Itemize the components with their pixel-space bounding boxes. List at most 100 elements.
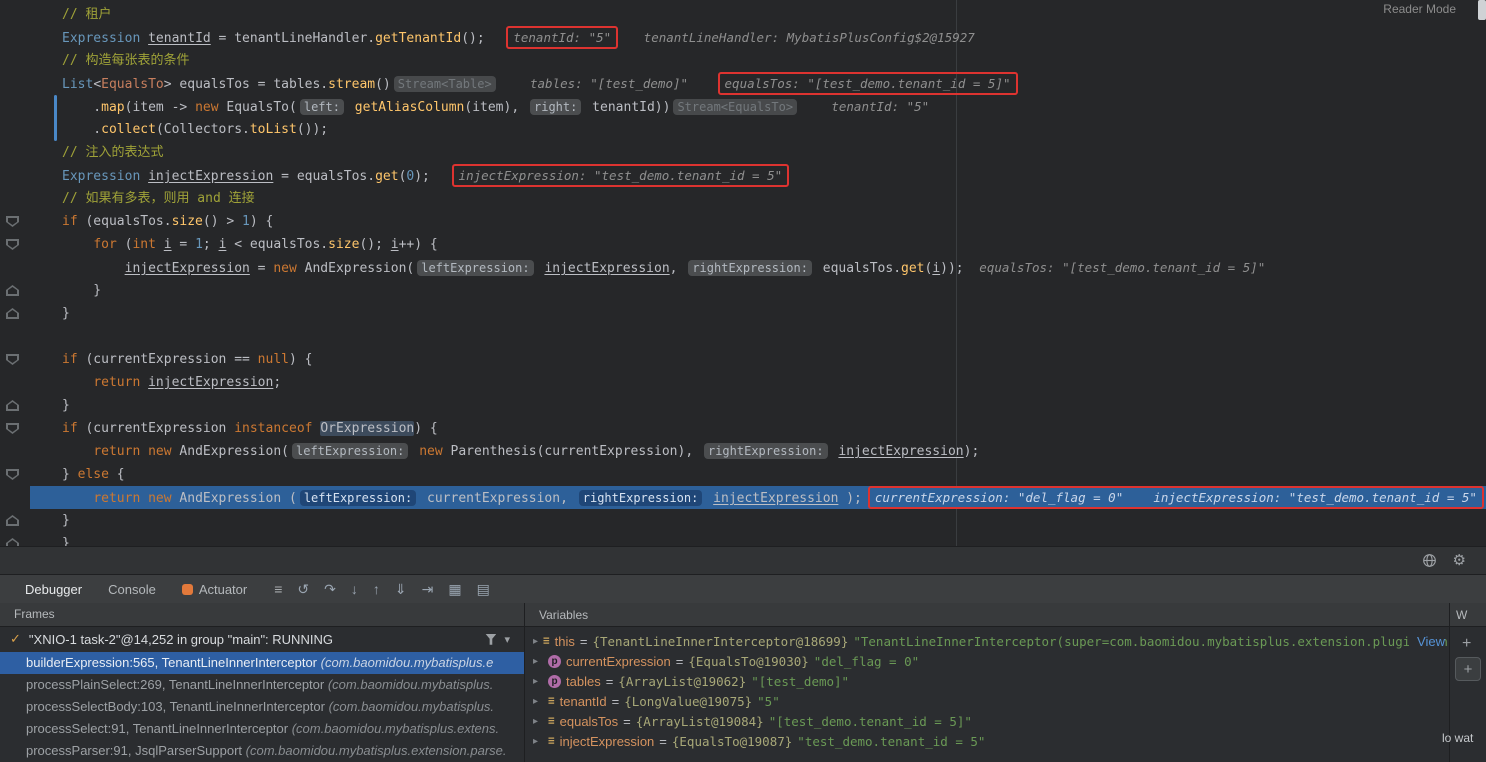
chevron-right-icon[interactable]: ▸ xyxy=(533,736,543,747)
settings-gear-icon[interactable]: ⚙ xyxy=(1453,553,1466,568)
stack-frame[interactable]: processSelectBody:103, TenantLineInnerIn… xyxy=(0,696,524,718)
code-line-2[interactable]: Expression tenantId = tenantLineHandler.… xyxy=(30,26,1486,49)
fold-marker[interactable] xyxy=(6,400,19,411)
reader-mode-label[interactable]: Reader Mode xyxy=(1383,2,1456,16)
equals-sign: = xyxy=(623,713,631,729)
chevron-right-icon[interactable]: ▸ xyxy=(533,636,538,647)
variable-row[interactable]: ▸ ≡ tenantId = {LongValue@19075} "5" xyxy=(525,691,1449,711)
stack-frame[interactable]: builderExpression:565, TenantLineInnerIn… xyxy=(0,652,524,674)
code-line-11[interactable]: for (int i = 1; i < equalsTos.size(); i+… xyxy=(30,233,1486,256)
fold-marker[interactable] xyxy=(6,239,19,250)
code-area[interactable]: // 租户 Expression tenantId = tenantLineHan… xyxy=(30,3,1486,546)
code-line-22[interactable]: return new AndExpression (leftExpression… xyxy=(30,486,1486,509)
code-line-7[interactable]: // 注入的表达式 xyxy=(30,141,1486,164)
fold-marker[interactable] xyxy=(6,515,19,526)
chevron-right-icon[interactable]: ▸ xyxy=(533,696,543,707)
code-line-23[interactable]: } xyxy=(30,509,1486,532)
param-name-hint: rightExpression: xyxy=(703,443,828,459)
thread-selector[interactable]: ✓ "XNIO-1 task-2"@14,252 in group "main"… xyxy=(0,627,524,652)
stack-frame[interactable]: processSelect:91, TenantLineInnerInterce… xyxy=(0,718,524,740)
run-to-cursor-icon[interactable]: ⇥ xyxy=(422,581,434,598)
code-line-9[interactable]: // 如果有多表，则用 and 连接 xyxy=(30,187,1486,210)
code-line-16[interactable]: if (currentExpression == null) { xyxy=(30,348,1486,371)
code-text: ); xyxy=(838,491,862,506)
tab-debugger[interactable]: Debugger xyxy=(12,575,95,603)
editor-scrollbar-thumb[interactable] xyxy=(1478,0,1486,20)
tab-actuator[interactable]: Actuator xyxy=(169,575,260,603)
fold-marker[interactable] xyxy=(6,538,19,546)
variable-reference: {LongValue@19075} xyxy=(624,693,753,709)
step-out-icon[interactable]: ↑ xyxy=(373,581,380,597)
frame-location: builderExpression:565, TenantLineInnerIn… xyxy=(26,655,321,670)
code-variable-reassigned: injectExpression xyxy=(544,261,670,276)
add-watch-icon[interactable]: + xyxy=(1462,635,1471,653)
code-line-5[interactable]: .map(item -> new EqualsTo(left: getAlias… xyxy=(30,95,1486,118)
code-line-13[interactable]: } xyxy=(30,279,1486,302)
code-keyword: if xyxy=(62,352,78,367)
code-line-17[interactable]: return injectExpression; xyxy=(30,371,1486,394)
fold-marker[interactable] xyxy=(6,308,19,319)
code-line-21[interactable]: } else { xyxy=(30,463,1486,486)
code-variable-reassigned: i xyxy=(932,261,941,276)
stack-frame[interactable]: processParser:91, JsqlParserSupport (com… xyxy=(0,740,524,762)
fold-marker[interactable] xyxy=(6,423,19,434)
code-line-14[interactable]: } xyxy=(30,302,1486,325)
fold-marker[interactable] xyxy=(6,469,19,480)
chevron-right-icon[interactable]: ▸ xyxy=(533,656,543,667)
chevron-right-icon[interactable]: ▸ xyxy=(533,676,543,687)
variables-title: Variables xyxy=(539,607,589,622)
code-text: } xyxy=(62,283,102,298)
force-step-icon[interactable]: ⇓ xyxy=(395,581,407,598)
variables-panel: Variables ▸ ≡ this = {TenantLineInnerInter… xyxy=(525,603,1449,762)
variable-row[interactable]: ▸ ≡ equalsTos = {ArrayList@19084} "[test_d… xyxy=(525,711,1449,731)
code-line-10[interactable]: if (equalsTos.size() > 1) { xyxy=(30,210,1486,233)
code-text: } xyxy=(62,398,70,413)
chevron-down-icon[interactable]: ▾ xyxy=(504,633,510,646)
code-line-3[interactable]: // 构造每张表的条件 xyxy=(30,49,1486,72)
step-into-icon[interactable]: ↓ xyxy=(351,581,358,597)
code-line-18[interactable]: } xyxy=(30,394,1486,417)
code-line-19[interactable]: if (currentExpression instanceof OrExpre… xyxy=(30,417,1486,440)
code-line-20[interactable]: return new AndExpression(leftExpression:… xyxy=(30,440,1486,463)
code-line-12[interactable]: injectExpression = new AndExpression(lef… xyxy=(30,256,1486,279)
variable-row[interactable]: ▸ p tables = {ArrayList@19062} "[test_demo… xyxy=(525,671,1449,691)
variable-row[interactable]: ▸ ≡ injectExpression = {EqualsTo@19087} "t… xyxy=(525,731,1449,751)
fold-marker[interactable] xyxy=(6,354,19,365)
code-text: = equalsTos. xyxy=(273,169,376,184)
code-editor[interactable]: // 租户 Expression tenantId = tenantLineHan… xyxy=(0,0,1486,546)
code-line-8[interactable]: Expression injectExpression = equalsTos.… xyxy=(30,164,1486,187)
code-line-15[interactable] xyxy=(30,325,1486,348)
code-line-1[interactable]: // 租户 xyxy=(30,3,1486,26)
variable-row[interactable]: ▸ p currentExpression = {EqualsTo@19030} "… xyxy=(525,651,1449,671)
fold-marker[interactable] xyxy=(6,216,19,227)
layout-settings-icon[interactable]: ▤ xyxy=(477,581,490,598)
variable-icon: ≡ xyxy=(548,694,555,707)
view-breakpoints-icon[interactable]: ▦ xyxy=(448,581,461,598)
resume-icon[interactable]: ↺ xyxy=(297,581,309,598)
code-line-4[interactable]: List<EqualsTo> equalsTos = tables.stream… xyxy=(30,72,1486,95)
stack-frame[interactable]: processPlainSelect:269, TenantLineInnerI… xyxy=(0,674,524,696)
step-over-icon[interactable]: ↷ xyxy=(324,581,336,598)
hamburger-menu-icon[interactable]: ≡ xyxy=(274,581,282,597)
chevron-right-icon[interactable]: ▸ xyxy=(533,716,543,727)
code-comment: // 如果有多表，则用 and 连接 xyxy=(62,191,255,206)
globe-icon[interactable] xyxy=(1422,553,1437,568)
variable-row[interactable]: ▸ ≡ this = {TenantLineInnerInterceptor@186… xyxy=(525,631,1449,651)
debugger-inline-value: equalsTos: "[test_demo.tenant_id = 5]" xyxy=(979,260,1266,275)
variable-icon: ≡ xyxy=(548,734,555,747)
tab-console[interactable]: Console xyxy=(95,575,169,603)
fold-marker[interactable] xyxy=(6,285,19,296)
debugger-inline-value: tenantId: "5" xyxy=(831,99,930,114)
view-link[interactable]: View xyxy=(1409,633,1445,649)
new-watch-button[interactable]: + xyxy=(1455,657,1481,681)
code-line-6[interactable]: .collect(Collectors.toList()); xyxy=(30,118,1486,141)
filter-funnel-icon[interactable] xyxy=(485,633,497,645)
variable-reference: {ArrayList@19062} xyxy=(618,673,747,689)
variable-value: "[test_demo]" xyxy=(751,673,850,689)
code-line-24[interactable]: } xyxy=(30,532,1486,546)
code-text: ; xyxy=(273,375,282,390)
